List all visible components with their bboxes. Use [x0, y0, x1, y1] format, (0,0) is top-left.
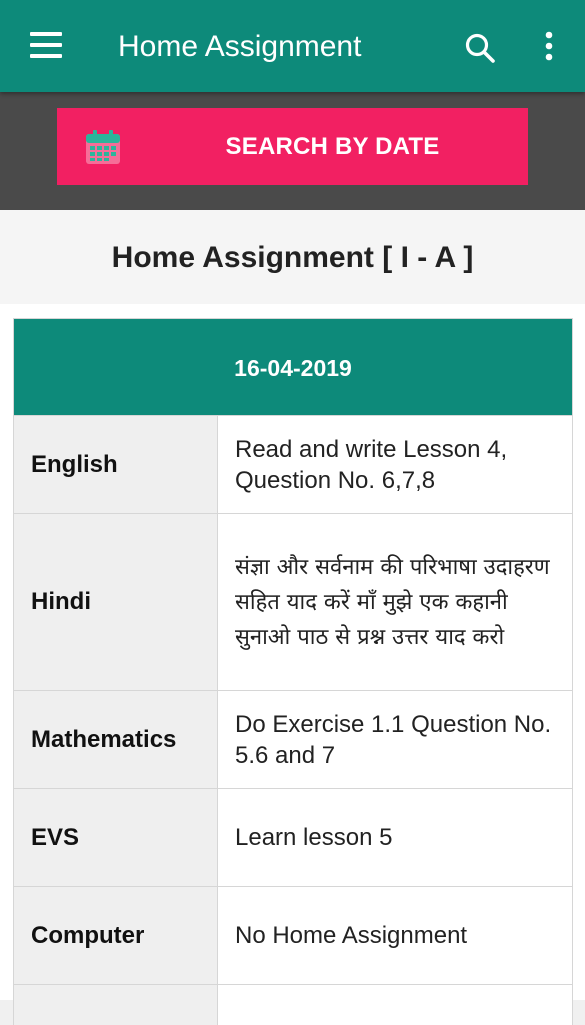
- task-cell: संज्ञा और सर्वनाम की परिभाषा उदाहरण सहित…: [218, 514, 572, 690]
- task-cell: Do Exercise 1.1 Question No. 5.6 and 7: [218, 691, 572, 788]
- search-icon[interactable]: [462, 30, 498, 66]
- app-bar-title: Home Assignment: [118, 30, 362, 63]
- subject-cell: EVS: [14, 789, 218, 886]
- subject-cell: English: [14, 416, 218, 513]
- hamburger-menu-icon[interactable]: [30, 32, 62, 58]
- subject-cell-empty: [14, 985, 218, 1025]
- table-row-computer: Computer No Home Assignment: [14, 886, 572, 984]
- task-cell: No Home Assignment: [218, 887, 572, 984]
- search-by-date-button[interactable]: SEARCH BY DATE: [57, 108, 528, 185]
- table-row-english: English Read and write Lesson 4, Questio…: [14, 415, 572, 513]
- more-vertical-icon[interactable]: [535, 30, 563, 66]
- search-by-date-label: SEARCH BY DATE: [225, 133, 440, 160]
- assignment-date: 16-04-2019: [14, 319, 572, 415]
- assignment-table: 16-04-2019 English Read and write Lesson…: [13, 318, 573, 1025]
- task-cell: Learn lesson 5: [218, 789, 572, 886]
- subject-cell: Mathematics: [14, 691, 218, 788]
- table-row-mathematics: Mathematics Do Exercise 1.1 Question No.…: [14, 690, 572, 788]
- subject-cell: Computer: [14, 887, 218, 984]
- class-heading: Home Assignment [ I - A ]: [0, 210, 585, 304]
- calendar-icon: [83, 127, 123, 167]
- task-cell: Read and write Lesson 4, Question No. 6,…: [218, 416, 572, 513]
- task-cell-empty: [218, 985, 572, 1025]
- subject-cell: Hindi: [14, 514, 218, 690]
- app-bar: Home Assignment: [0, 0, 585, 92]
- table-row-hindi: Hindi संज्ञा और सर्वनाम की परिभाषा उदाहर…: [14, 513, 572, 690]
- table-row-partial: [14, 984, 572, 1025]
- assignment-content: 16-04-2019 English Read and write Lesson…: [0, 304, 585, 1025]
- table-row-evs: EVS Learn lesson 5: [14, 788, 572, 886]
